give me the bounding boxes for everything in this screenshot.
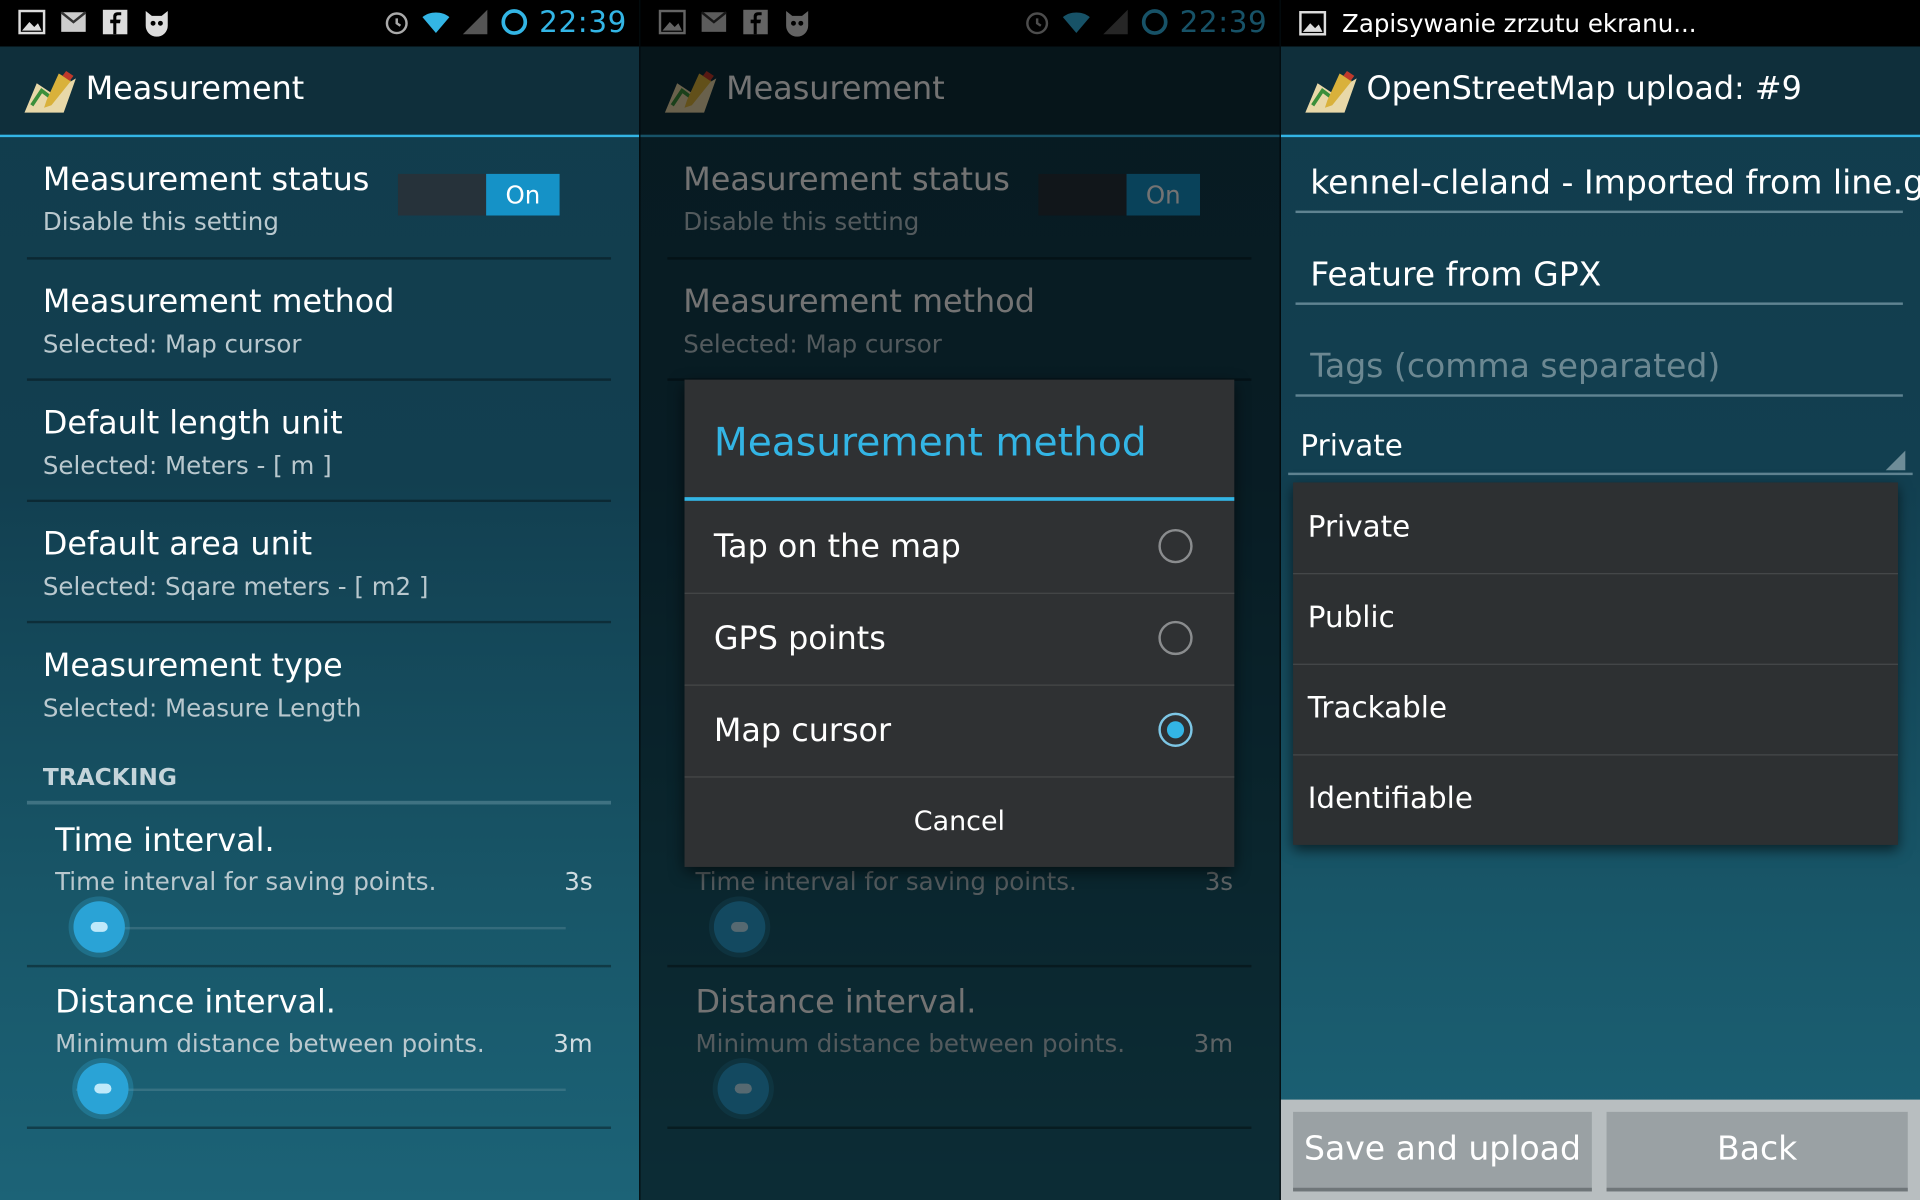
measurement-settings-screen: 22:39 Measurement Measurement status Dis… — [0, 0, 640, 1200]
option-label: GPS points — [713, 620, 886, 658]
option-map-cursor[interactable]: Map cursor — [684, 686, 1235, 778]
pref-summary: Selected: Sqare meters - [ m2 ] — [42, 571, 429, 602]
visibility-spinner[interactable]: Private — [1288, 414, 1913, 476]
settings-list: Measurement status Disable this setting … — [0, 137, 639, 1200]
pref-measurement-status[interactable]: Measurement status Disable this setting … — [26, 137, 612, 260]
time-interval-value: 3s — [564, 866, 593, 897]
visibility-selected-value: Private — [1300, 428, 1403, 463]
option-label: Map cursor — [713, 712, 892, 750]
alarm-icon — [386, 12, 409, 35]
pref-title: Measurement type — [42, 647, 343, 685]
option-label: Private — [1307, 509, 1411, 544]
radio-button[interactable] — [1158, 528, 1193, 564]
tags-input-placeholder: Tags (comma separated) — [1310, 347, 1721, 386]
button-bar: Save and upload Back — [1280, 1099, 1920, 1200]
radio-button[interactable] — [1158, 620, 1193, 656]
pref-title: Default length unit — [42, 405, 343, 443]
back-button[interactable]: Back — [1606, 1111, 1908, 1192]
switch-on-label: On — [486, 173, 560, 216]
seekbar-track — [75, 1088, 566, 1092]
seekbar-track — [75, 926, 566, 930]
measurement-status-switch[interactable]: On — [397, 173, 560, 216]
pref-summary: Selected: Measure Length — [42, 693, 362, 723]
option-label: Identifiable — [1307, 781, 1473, 816]
option-label: Public — [1307, 600, 1395, 635]
app-logo-icon[interactable] — [22, 69, 78, 118]
gmail-icon — [60, 11, 87, 32]
tags-input[interactable]: Tags (comma separated) — [1295, 336, 1903, 397]
page-title: OpenStreetMap upload: #9 — [1366, 71, 1802, 108]
option-gps-points[interactable]: GPS points — [684, 594, 1235, 686]
name-input-value: kennel-cleland - Imported from line.gpx — [1310, 164, 1920, 203]
action-bar: OpenStreetMap upload: #9 — [1280, 46, 1920, 138]
pref-summary: Time interval for saving points. — [55, 866, 437, 897]
visibility-option-public[interactable]: Public — [1293, 573, 1898, 665]
pref-summary: Selected: Meters - [ m ] — [42, 450, 332, 481]
pref-area-unit[interactable]: Default area unit Selected: Sqare meters… — [26, 502, 612, 624]
section-header-tracking: TRACKING — [42, 764, 177, 792]
pref-summary: Disable this setting — [42, 206, 279, 237]
facebook-icon — [102, 9, 128, 35]
clock: 22:39 — [539, 4, 627, 40]
description-input-value: Feature from GPX — [1310, 255, 1602, 294]
pref-measurement-method[interactable]: Measurement method Selected: Map cursor — [26, 260, 612, 381]
pref-summary: Selected: Map cursor — [42, 329, 302, 359]
pref-summary: Minimum distance between points. — [55, 1028, 485, 1058]
status-bar: Zapisywanie zrzutu ekranu... — [1280, 0, 1920, 47]
distance-interval-value: 3m — [553, 1028, 593, 1058]
pref-measurement-type[interactable]: Measurement type Selected: Measure Lengt… — [27, 623, 611, 742]
pref-time-interval: Time interval. Time interval for saving … — [26, 806, 612, 968]
page-title: Measurement — [85, 71, 305, 108]
measurement-method-dialog: Measurement method Tap on the map GPS po… — [684, 379, 1235, 867]
save-and-upload-button[interactable]: Save and upload — [1293, 1111, 1592, 1192]
action-bar: Measurement — [0, 46, 640, 138]
option-tap-on-map[interactable]: Tap on the map — [684, 502, 1235, 594]
pref-distance-interval: Distance interval. Minimum distance betw… — [26, 967, 612, 1129]
measurement-method-dialog-screen: 22:39 Measurement Measurement status Dis… — [640, 0, 1280, 1200]
dropdown-triangle-icon — [1885, 450, 1906, 471]
section-divider — [26, 800, 612, 805]
signal-icon — [463, 9, 488, 35]
screenshot-stage: 22:39 Measurement Measurement status Dis… — [0, 0, 1920, 1200]
visibility-option-trackable[interactable]: Trackable — [1293, 664, 1898, 756]
app-logo-icon[interactable] — [1303, 69, 1359, 118]
time-interval-slider-thumb[interactable] — [73, 901, 125, 953]
option-label: Trackable — [1307, 690, 1448, 725]
pref-title: Measurement method — [42, 284, 395, 321]
pref-title: Measurement status — [42, 161, 370, 199]
description-input[interactable]: Feature from GPX — [1295, 244, 1903, 305]
cancel-button[interactable]: Cancel — [684, 779, 1234, 867]
visibility-option-private[interactable]: Private — [1293, 482, 1898, 575]
wifi-icon — [422, 12, 450, 34]
visibility-option-identifiable[interactable]: Identifiable — [1293, 754, 1898, 845]
option-label: Tap on the map — [713, 528, 961, 566]
visibility-dropdown: Private Public Trackable Identifiable — [1293, 482, 1898, 845]
cat-app-icon — [145, 11, 168, 37]
pref-title: Time interval. — [55, 822, 275, 860]
dialog-title-divider — [684, 497, 1235, 501]
status-bar: 22:39 — [0, 0, 640, 47]
name-input[interactable]: kennel-cleland - Imported from line.gpx — [1295, 152, 1920, 214]
osm-upload-screen: Zapisywanie zrzutu ekranu... OpenStreetM… — [1280, 0, 1920, 1200]
pref-title: Default area unit — [42, 526, 313, 564]
gallery-icon — [18, 9, 46, 35]
screenshot-icon — [1299, 11, 1327, 36]
distance-interval-slider-thumb[interactable] — [77, 1062, 129, 1115]
battery-circle-icon — [501, 9, 528, 35]
radio-button-selected[interactable] — [1158, 712, 1193, 747]
pref-length-unit[interactable]: Default length unit Selected: Meters - [… — [26, 381, 612, 503]
dialog-title: Measurement method — [713, 418, 1147, 466]
pref-title: Distance interval. — [55, 984, 336, 1022]
status-notification-text: Zapisywanie zrzutu ekranu... — [1342, 8, 1697, 38]
